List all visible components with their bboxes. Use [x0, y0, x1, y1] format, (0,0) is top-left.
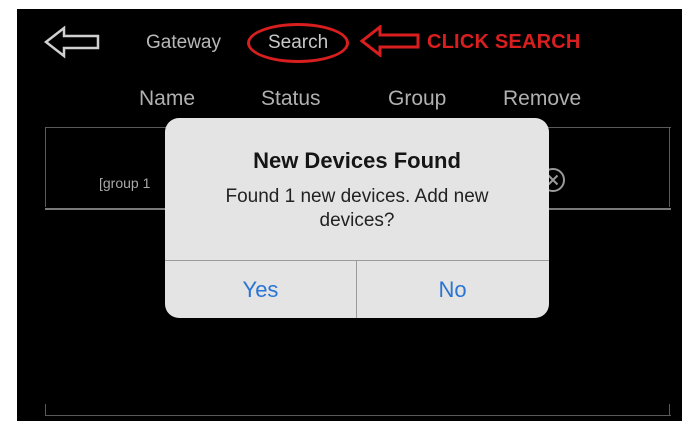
column-header-remove: Remove: [503, 87, 582, 110]
table-border-bottom: [45, 415, 671, 416]
table-border-right: [669, 127, 670, 207]
new-devices-dialog: New Devices Found Found 1 new devices. A…: [165, 118, 549, 318]
dialog-message: Found 1 new devices. Add new devices?: [225, 186, 489, 231]
app-screen: Gateway Search CLICK SEARCH Name Status …: [17, 9, 682, 421]
gateway-link[interactable]: Gateway: [146, 32, 221, 54]
search-highlight-ring: [247, 23, 349, 63]
table-row-group-value: [group 1: [99, 175, 151, 191]
no-button[interactable]: No: [357, 261, 548, 318]
yes-button[interactable]: Yes: [165, 261, 356, 318]
column-header-status: Status: [261, 87, 321, 110]
dialog-title: New Devices Found: [253, 148, 461, 173]
annotation-text: CLICK SEARCH: [427, 31, 581, 53]
column-header-name: Name: [139, 87, 196, 110]
column-header-group: Group: [388, 87, 447, 110]
back-arrow-icon[interactable]: [43, 25, 101, 59]
annotation-arrow-icon: [360, 25, 420, 57]
table-border-left: [45, 127, 46, 207]
